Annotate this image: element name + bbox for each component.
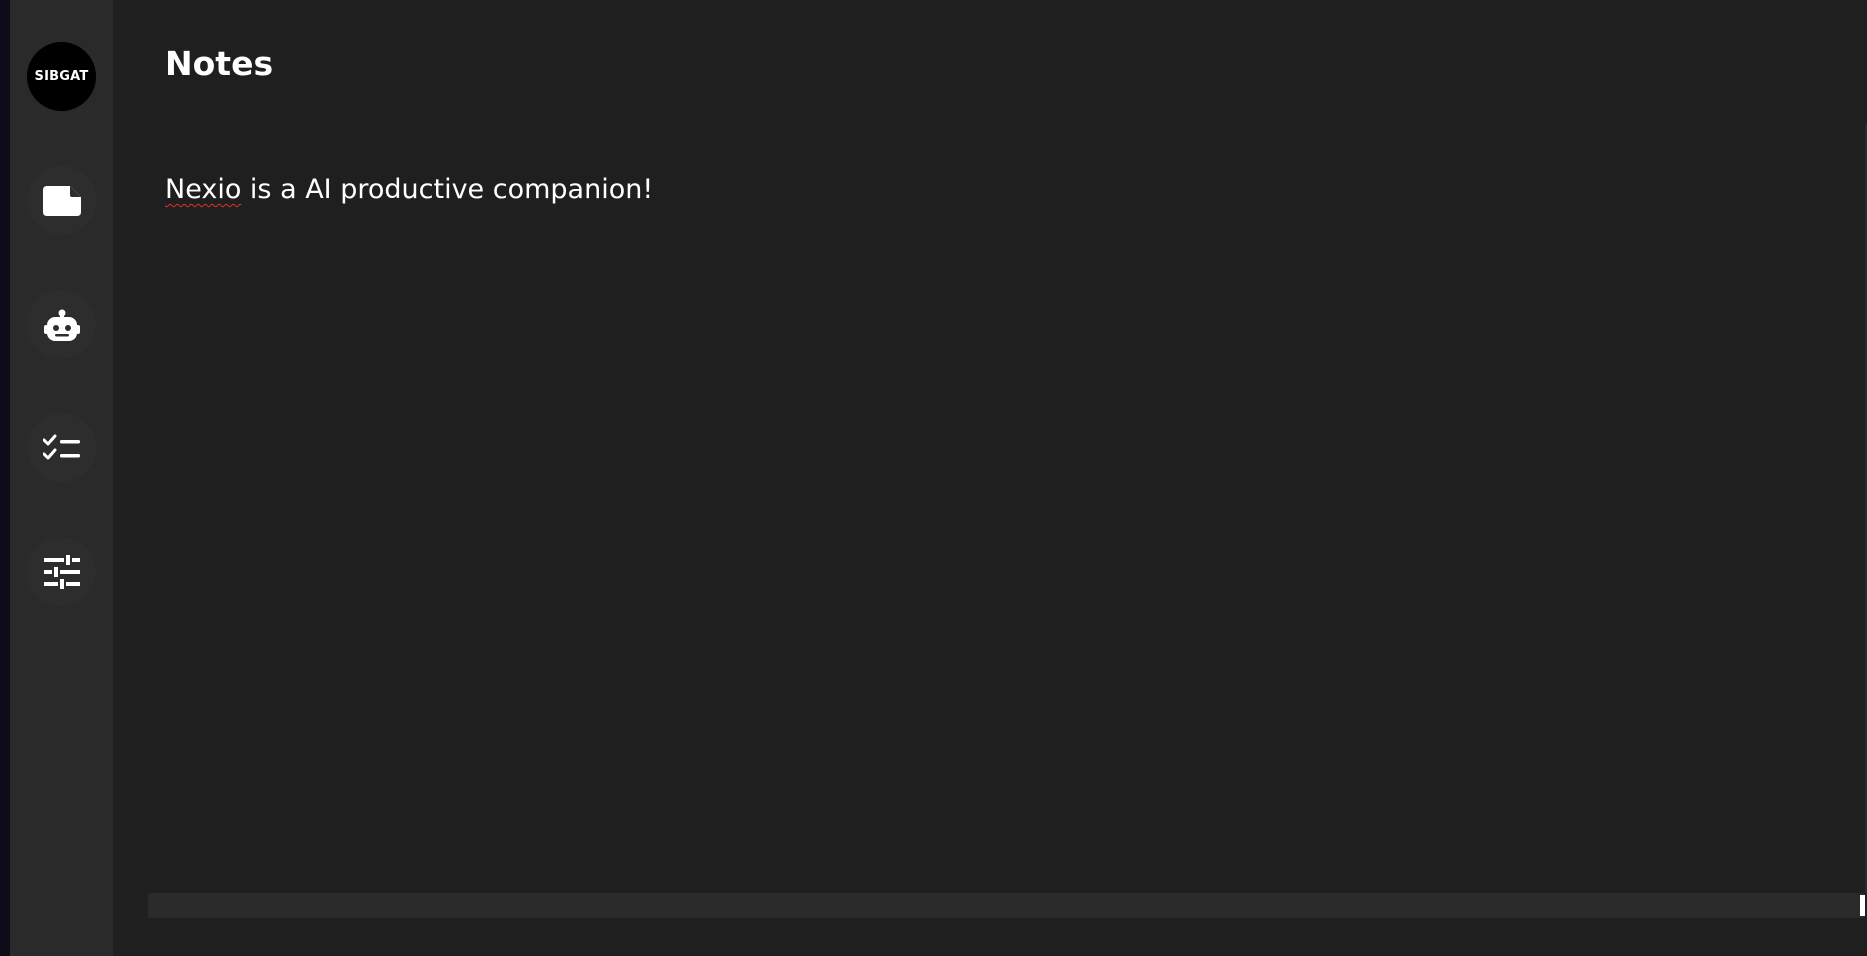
avatar-label: SIBGAT — [34, 69, 89, 84]
scrollbar-thumb[interactable] — [1860, 895, 1865, 916]
app-window: SIBGAT Notes Nexio is a AI productive co… — [0, 0, 1867, 956]
sliders-icon — [43, 554, 80, 589]
misspelled-word: Nexio — [165, 174, 242, 205]
sidebar: SIBGAT — [10, 0, 113, 956]
sidebar-item-settings[interactable] — [27, 537, 96, 606]
checklist-icon — [42, 434, 81, 462]
window-edge — [0, 0, 10, 956]
sidebar-item-tasks[interactable] — [27, 413, 96, 482]
horizontal-scrollbar[interactable] — [148, 893, 1865, 918]
robot-icon — [43, 308, 81, 342]
sidebar-item-assistant[interactable] — [27, 290, 96, 359]
sidebar-item-notes[interactable] — [27, 166, 96, 235]
note-text: is a AI productive companion! — [241, 174, 654, 205]
note-editor[interactable]: Nexio is a AI productive companion! — [165, 170, 1805, 210]
notes-panel: Notes Nexio is a AI productive companion… — [113, 0, 1867, 956]
avatar[interactable]: SIBGAT — [27, 42, 96, 111]
page-title: Notes — [165, 44, 274, 83]
note-icon — [42, 185, 81, 216]
